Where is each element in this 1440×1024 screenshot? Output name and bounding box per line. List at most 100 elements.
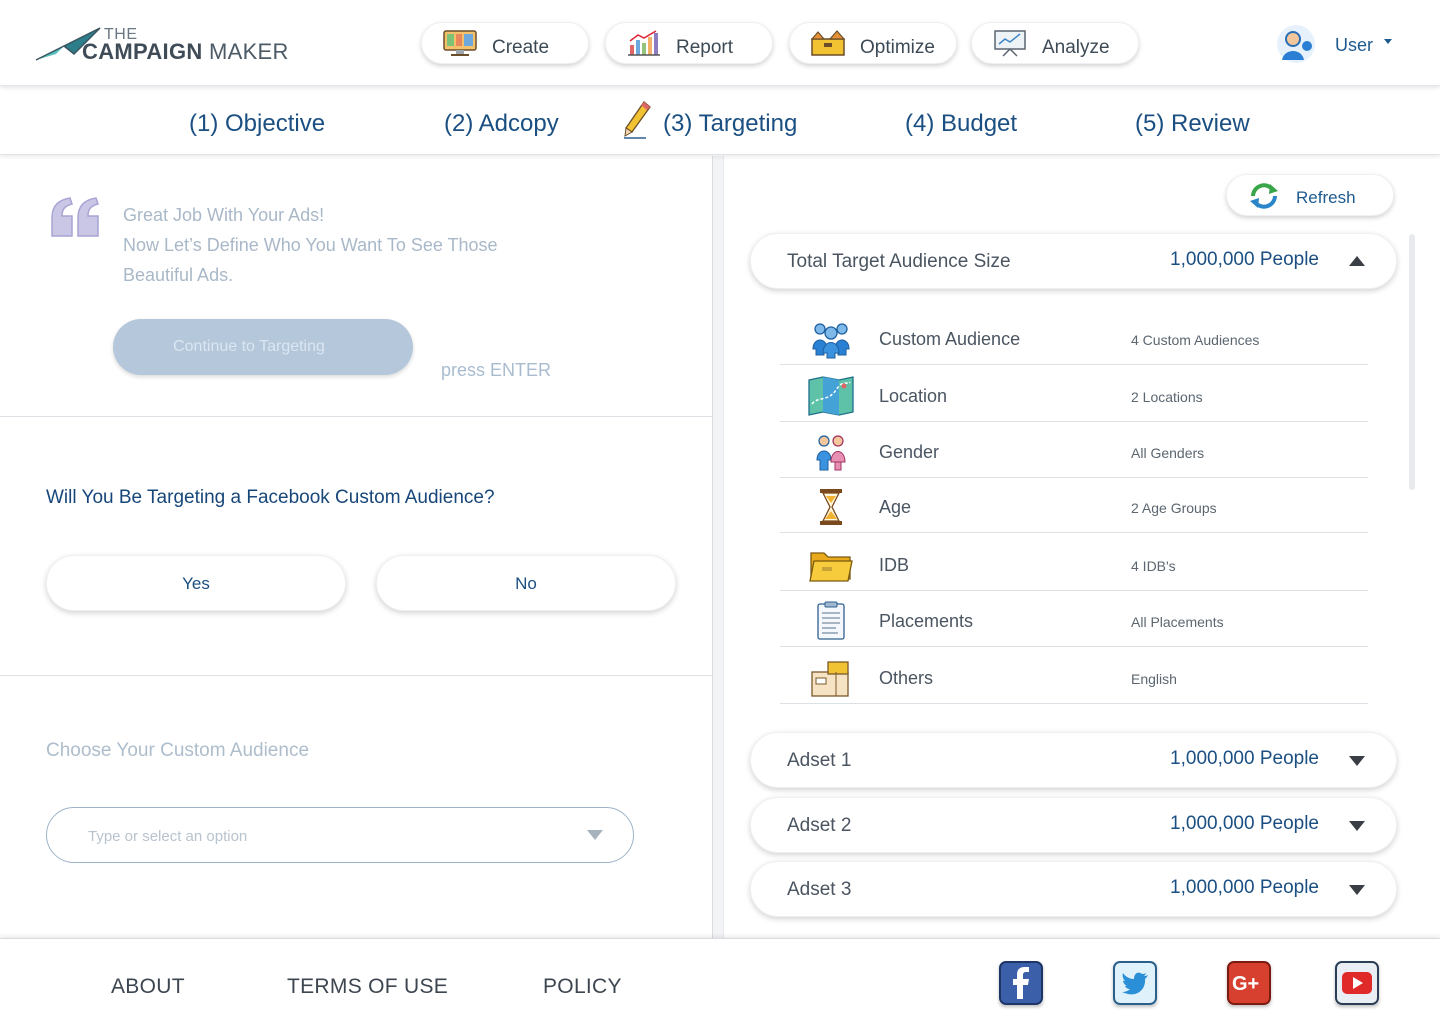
yes-button[interactable]: Yes [46,555,346,611]
adset-title: Adset 2 [787,815,852,836]
step-budget[interactable]: (4) Budget [905,110,1017,138]
user-name: User [1335,35,1374,55]
toolbox-icon [810,30,846,56]
step-objective[interactable]: (1) Objective [189,110,325,138]
no-button[interactable]: No [376,555,676,611]
targeting-row-custom-audience[interactable]: Custom Audience 4 Custom Audiences [780,309,1368,365]
nav-report-button[interactable]: Report [605,22,773,64]
facebook-icon[interactable] [999,961,1043,1005]
targeting-row-others[interactable]: Others English [780,648,1368,704]
quote-icon [51,197,99,237]
people-group-icon [812,323,850,359]
adset-value: 1,000,000 People [1170,813,1319,834]
footer-link-policy[interactable]: POLICY [543,975,622,999]
nav-optimize-button[interactable]: Optimize [789,22,957,64]
adset-title: Adset 1 [787,750,852,771]
adset-2-accordion[interactable]: Adset 2 1,000,000 People [750,797,1397,853]
audience-summary-panel: Refresh Total Target Audience Size 1,000… [725,156,1440,938]
yes-label: Yes [182,574,210,593]
twitter-icon[interactable] [1113,961,1157,1005]
continue-to-targeting-button[interactable]: Continue to Targeting [113,319,413,375]
boxes-icon [811,661,849,697]
nav-report-label: Report [676,37,734,58]
targeting-name: Location [879,386,948,406]
refresh-button[interactable]: Refresh [1226,174,1394,216]
intro-message: Great Job With Your Ads! Now Let’s Defin… [123,200,498,290]
no-label: No [515,574,537,593]
targeting-value: English [1131,671,1177,687]
targeting-name: IDB [879,555,910,575]
nav-analyze-button[interactable]: Analyze [971,22,1139,64]
clipboard-icon [817,601,845,640]
custom-audience-select[interactable]: Type or select an option [46,807,634,863]
total-audience-value: 1,000,000 People [1170,249,1319,270]
choose-custom-audience-label: Choose Your Custom Audience [46,740,310,761]
targeting-row-idb[interactable]: IDB 4 IDB's [780,535,1368,591]
footer: ABOUT TERMS OF USE POLICY G+ [0,938,1440,1024]
youtube-icon[interactable] [1335,961,1379,1005]
section-divider [0,416,712,417]
campaign-maker-logo[interactable]: THE CAMPAIGN MAKER [34,22,304,66]
step-review[interactable]: (5) Review [1135,110,1250,138]
targeting-value: All Genders [1131,445,1205,461]
adset-title: Adset 3 [787,879,852,900]
google-plus-icon[interactable]: G+ [1227,961,1271,1005]
adset-value: 1,000,000 People [1170,877,1319,898]
targeting-name: Age [879,497,912,517]
top-header: THE CAMPAIGN MAKER Create Report Optimiz… [0,0,1440,86]
total-audience-accordion[interactable]: Total Target Audience Size 1,000,000 Peo… [750,233,1397,289]
logo-title: CAMPAIGN MAKER [82,39,289,64]
bar-chart-icon [628,30,660,56]
map-icon [808,376,854,416]
targeting-row-placements[interactable]: Placements All Placements [780,591,1368,647]
user-avatar-icon [1277,25,1315,63]
targeting-value: 2 Locations [1131,389,1203,405]
targeting-name: Custom Audience [879,329,1021,349]
nav-optimize-label: Optimize [860,37,935,58]
gender-icon [816,435,846,471]
targeting-row-location[interactable]: Location 2 Locations [780,366,1368,422]
continue-to-targeting-label: Continue to Targeting [173,338,325,355]
adset-1-accordion[interactable]: Adset 1 1,000,000 People [750,732,1397,788]
chevron-down-icon [1349,756,1365,766]
footer-link-about[interactable]: ABOUT [111,975,185,999]
targeting-row-age[interactable]: Age 2 Age Groups [780,477,1368,533]
targeting-row-gender[interactable]: Gender All Genders [780,422,1368,478]
total-audience-title: Total Target Audience Size [787,251,1011,272]
step-adcopy[interactable]: (2) Adcopy [444,110,559,138]
targeting-name: Placements [879,611,974,631]
step-targeting[interactable]: (3) Targeting [663,110,797,138]
chevron-down-icon [1349,885,1365,895]
chevron-up-icon [1349,256,1365,266]
hourglass-icon [820,489,842,525]
refresh-icon [1250,183,1278,209]
nav-create-label: Create [492,37,550,58]
nav-analyze-label: Analyze [1042,37,1110,58]
panel-divider [712,156,724,938]
adset-3-accordion[interactable]: Adset 3 1,000,000 People [750,861,1397,917]
steps-bar: (1) Objective (2) Adcopy (3) Targeting (… [0,86,1440,155]
intro-line-3: Beautiful Ads. [123,265,234,285]
intro-line-1: Great Job With Your Ads! [123,205,325,225]
caret-down-icon [1384,39,1392,44]
targeting-value: All Placements [1131,614,1224,630]
folder-icon [809,552,853,582]
targeting-name: Gender [879,442,940,462]
targeting-value: 4 IDB's [1131,558,1176,574]
presentation-icon [994,30,1026,57]
press-enter-hint: press ENTER [441,360,552,380]
targeting-form-panel: Great Job With Your Ads! Now Let’s Defin… [0,156,712,938]
intro-line-2: Now Let’s Define Who You Want To See Tho… [123,235,498,255]
user-menu[interactable]: User [1272,22,1412,66]
chevron-down-icon [587,830,603,840]
pencil-icon [624,101,651,139]
scrollbar[interactable] [1409,234,1415,490]
targeting-value: 4 Custom Audiences [1131,332,1260,348]
footer-link-terms[interactable]: TERMS OF USE [287,975,448,999]
svg-text:G+: G+ [1232,973,1259,995]
targeting-name: Others [879,668,934,688]
nav-create-button[interactable]: Create [421,22,589,64]
targeting-value: 2 Age Groups [1131,500,1217,516]
monitor-icon [443,30,477,56]
section-divider [0,675,712,676]
